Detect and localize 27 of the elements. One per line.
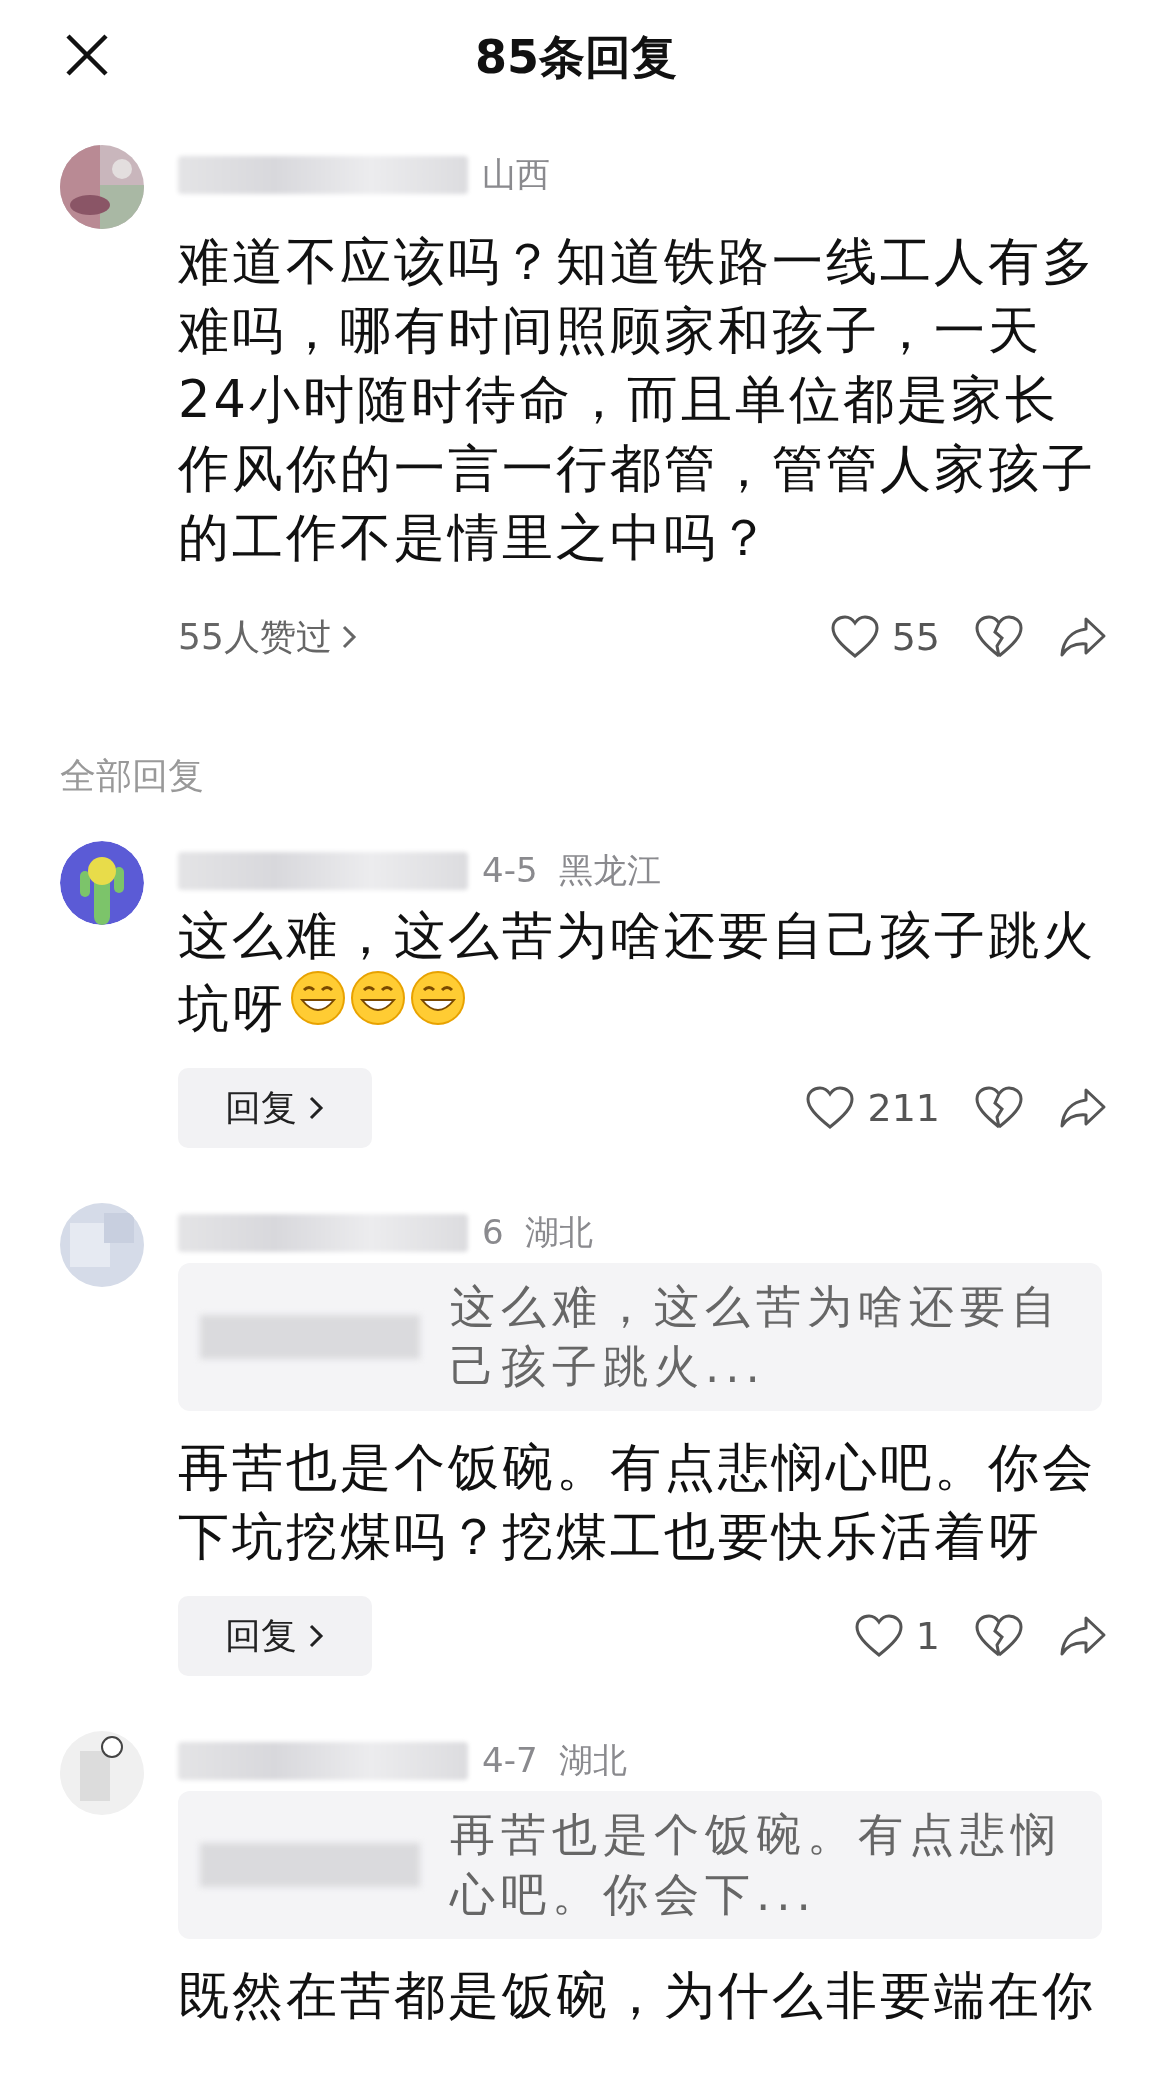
reply-button[interactable]: 回复	[178, 1068, 372, 1148]
broken-heart-icon[interactable]	[974, 1613, 1024, 1659]
cactus-avatar-icon[interactable]	[60, 841, 144, 925]
comment-meta: 4-7 湖北	[482, 1739, 628, 1782]
grin-emoji-icon	[410, 970, 466, 1026]
like-button[interactable]: 55	[829, 614, 940, 660]
grin-emoji-icon	[290, 970, 346, 1026]
comment-text: 再苦也是个饭碗。有点悲悯心吧。你会下坑挖煤吗？挖煤工也要快乐活着呀	[178, 1437, 1097, 1568]
comment-text: 这么难，这么苦为啥还要自己孩子跳火坑呀	[178, 905, 1097, 1040]
broken-heart-icon[interactable]	[974, 614, 1024, 660]
reply-button[interactable]: 回复	[178, 1596, 372, 1676]
comment-meta: 6 湖北	[482, 1211, 594, 1254]
broken-heart-icon[interactable]	[974, 1085, 1024, 1131]
comment-text: 既然在苦都是饭碗，为什么非要端在你	[178, 1965, 1097, 2027]
quoted-reply[interactable]: 再苦也是个饭碗。有点悲悯心吧。你会下...	[178, 1791, 1102, 1939]
like-button[interactable]: 1	[853, 1613, 940, 1659]
liked-by-link[interactable]: 55人赞过	[178, 612, 358, 662]
chevron-icon	[307, 1623, 325, 1649]
grin-emoji-icon	[350, 970, 406, 1026]
section-label: 全部回复	[60, 754, 205, 798]
chevron-icon	[307, 1095, 325, 1121]
comment-meta: 4-5 黑龙江	[482, 849, 662, 892]
comment-text: 难道不应该吗？知道铁路一线工人有多难吗，哪有时间照顾家和孩子，一天24小时随时待命，而且单位都是家长作风你的一言一行都管，管管人家孩子的工作不是情里之中吗？	[178, 231, 1097, 569]
quoted-reply[interactable]: 这么难，这么苦为啥还要自己孩子跳火...	[178, 1263, 1102, 1411]
page-title: 85条回复	[475, 28, 677, 86]
comment-meta: 山西	[482, 153, 550, 196]
like-button[interactable]: 211	[805, 1085, 940, 1131]
